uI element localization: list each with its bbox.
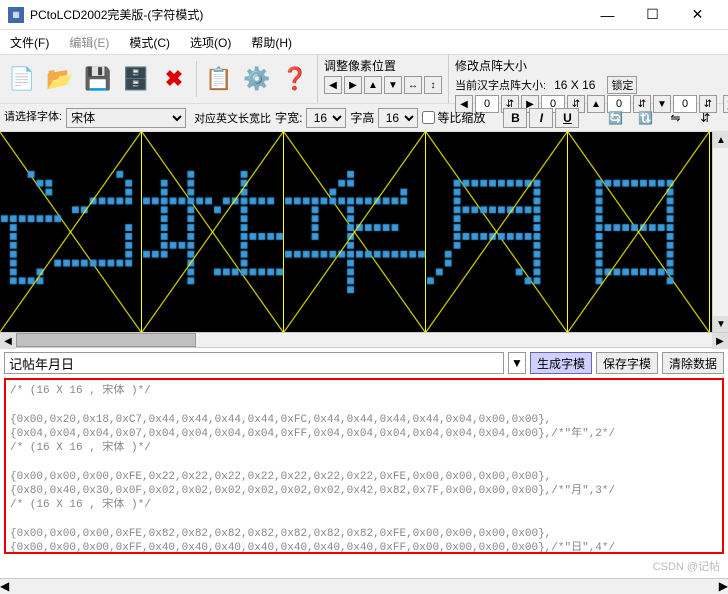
toolbar: 📄 📂 💾 🗄️ ✖ 📋 ⚙️ ❓ 调整像素位置 ◀ ▶ ▲ ▼ ↔ ↕ 修改点…: [0, 54, 728, 104]
menu-file[interactable]: 文件(F): [4, 32, 55, 53]
new-icon[interactable]: 📄: [4, 61, 40, 97]
aspect-checkbox[interactable]: 等比缩放: [422, 109, 485, 126]
matrix-size-title: 修改点阵大小: [455, 57, 527, 74]
saveas-icon[interactable]: 🗄️: [118, 61, 154, 97]
app-icon: ▦: [8, 7, 24, 23]
menubar: 文件(F) 编辑(E) 模式(C) 选项(O) 帮助(H): [0, 30, 728, 54]
char-height-combo[interactable]: 16: [378, 108, 418, 128]
vertical-scrollbar[interactable]: ▲ ▼: [712, 132, 728, 332]
zikuan-label: 字宽:: [275, 109, 302, 126]
menu-help[interactable]: 帮助(H): [245, 32, 298, 53]
glyph-cell[interactable]: [142, 132, 284, 332]
preview-horizontal-scrollbar[interactable]: ◀ ▶: [0, 332, 728, 348]
output-textarea[interactable]: /* (16 X 16 , 宋体 )*/ {0x00,0x20,0x18,0xC…: [4, 378, 724, 554]
zigao-label: 字高: [350, 109, 374, 126]
shift-horiz-icon[interactable]: ↔: [404, 76, 422, 94]
clear-button[interactable]: 清除数据: [662, 352, 724, 374]
bottom-scroll-left-icon[interactable]: ◀: [0, 579, 9, 594]
reset-button[interactable]: 复位: [723, 95, 728, 113]
menu-options[interactable]: 选项(O): [184, 32, 237, 53]
glyph-cell[interactable]: [568, 132, 710, 332]
pixel-adjust-title: 调整像素位置: [324, 57, 442, 74]
settings-icon[interactable]: ⚙️: [239, 61, 275, 97]
generate-button[interactable]: 生成字模: [530, 352, 592, 374]
glyph-cell[interactable]: [284, 132, 426, 332]
help-icon[interactable]: ❓: [277, 61, 313, 97]
scroll-left-icon[interactable]: ◀: [0, 333, 16, 349]
watermark: CSDN @记帖: [0, 558, 728, 578]
rotate-left-icon[interactable]: 🔄: [603, 108, 627, 128]
bold-button[interactable]: B: [503, 108, 527, 128]
open-icon[interactable]: 📂: [42, 61, 78, 97]
input-row: ▼ 生成字模 保存字模 清除数据: [0, 348, 728, 378]
lock-button[interactable]: 锁定: [607, 76, 637, 94]
matrix-subtitle: 当前汉字点阵大小:: [455, 77, 546, 93]
scroll-up-icon[interactable]: ▲: [713, 132, 728, 148]
menu-edit[interactable]: 编辑(E): [63, 32, 115, 53]
scroll-down-icon[interactable]: ▼: [713, 316, 728, 332]
flip-v-icon[interactable]: ⇵: [693, 108, 717, 128]
delete-icon[interactable]: ✖: [156, 61, 192, 97]
underline-button[interactable]: U: [555, 108, 579, 128]
scroll-right-icon[interactable]: ▶: [712, 333, 728, 349]
text-input[interactable]: [4, 352, 504, 374]
scroll-thumb[interactable]: [16, 333, 196, 347]
menu-mode[interactable]: 模式(C): [123, 32, 176, 53]
font-combo[interactable]: 宋体: [66, 108, 186, 128]
zh-en-ratio-label: 对应英文长宽比: [194, 110, 271, 126]
bottom-scrollbar[interactable]: ◀ ▶: [0, 578, 728, 594]
minimize-button[interactable]: —: [585, 1, 630, 29]
shift-vert-icon[interactable]: ↕: [424, 76, 442, 94]
matrix-dims: 16 X 16: [550, 78, 599, 92]
height-dec-icon[interactable]: ▲: [587, 95, 605, 113]
pixel-adjust-panel: 调整像素位置 ◀ ▶ ▲ ▼ ↔ ↕: [317, 55, 448, 103]
char-width-combo[interactable]: 16: [306, 108, 346, 128]
titlebar: ▦ PCtoLCD2002完美版-(字符模式) — ☐ ✕: [0, 0, 728, 30]
shift-left-icon[interactable]: ◀: [324, 76, 342, 94]
close-button[interactable]: ✕: [675, 1, 720, 29]
bottom-scroll-right-icon[interactable]: ▶: [719, 579, 728, 594]
notes-icon[interactable]: 📋: [201, 61, 237, 97]
font-controls: 请选择字体: 宋体 对应英文长宽比 字宽: 16 字高 16 等比缩放 B I …: [0, 104, 728, 132]
glyph-cell[interactable]: [426, 132, 568, 332]
glyph-cell[interactable]: [0, 132, 142, 332]
shift-up-icon[interactable]: ▲: [364, 76, 382, 94]
save-icon[interactable]: 💾: [80, 61, 116, 97]
italic-button[interactable]: I: [529, 108, 553, 128]
shift-down-icon[interactable]: ▼: [384, 76, 402, 94]
preview-area[interactable]: ▲ ▼: [0, 132, 728, 332]
flip-h-icon[interactable]: ⇋: [663, 108, 687, 128]
shift-right-icon[interactable]: ▶: [344, 76, 362, 94]
dropdown-icon[interactable]: ▼: [508, 352, 526, 374]
save-font-button[interactable]: 保存字模: [596, 352, 658, 374]
rotate-right-icon[interactable]: 🔃: [633, 108, 657, 128]
matrix-size-panel: 修改点阵大小 当前汉字点阵大小: 16 X 16 锁定 ◀ ⇵ ▶ ⇵ ▲ ⇵ …: [448, 55, 728, 103]
window-title: PCtoLCD2002完美版-(字符模式): [30, 6, 585, 23]
select-font-label: 请选择字体:: [4, 112, 62, 123]
maximize-button[interactable]: ☐: [630, 1, 675, 29]
